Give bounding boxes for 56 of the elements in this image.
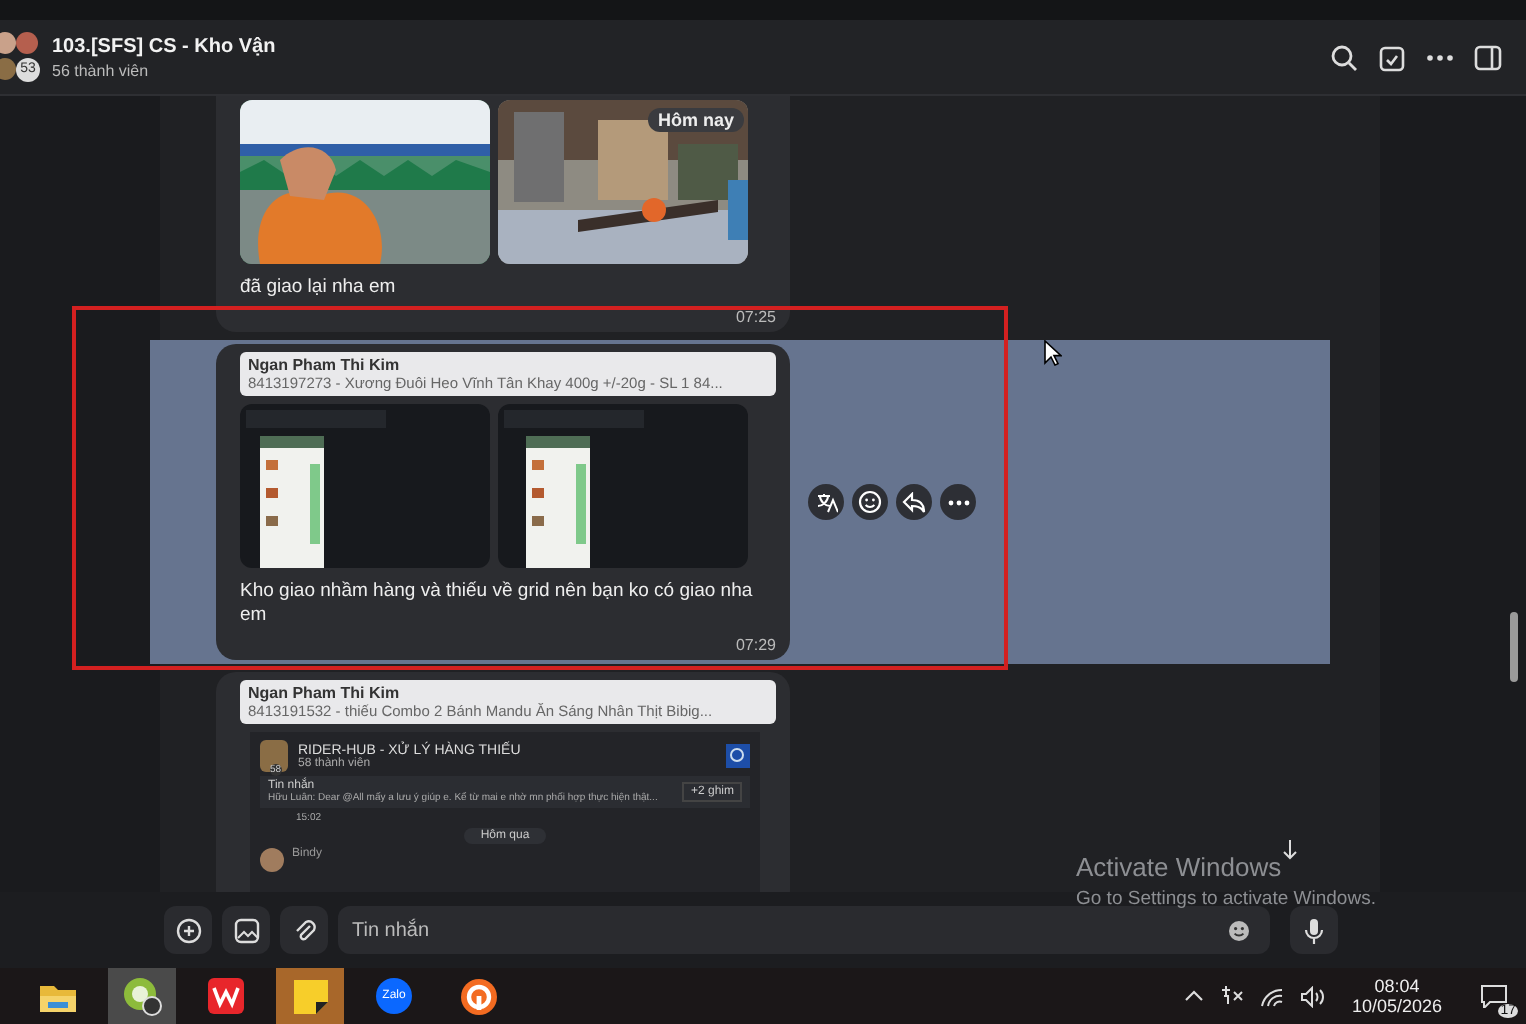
message-input[interactable]: Tin nhắn [338, 906, 1270, 954]
date-badge: Hôm nay [647, 108, 744, 132]
chevron-up-icon[interactable] [1183, 990, 1204, 1002]
app-logo-icon [208, 978, 244, 1014]
message-text: đã giao lại nha em [240, 276, 398, 300]
avatar [0, 57, 16, 79]
cursor-icon [1044, 340, 1062, 366]
avatar [16, 31, 38, 53]
reply-button[interactable] [896, 484, 932, 520]
more-icon [947, 499, 969, 505]
avatar [260, 848, 284, 872]
attach-button[interactable] [280, 906, 328, 954]
scrollbar[interactable] [1510, 612, 1518, 682]
member-count[interactable]: 56 thành viên [52, 61, 149, 79]
paperclip-icon [291, 917, 317, 943]
message-time: 07:25 [735, 308, 776, 326]
message-bubble[interactable] [216, 672, 790, 892]
network-disconnected-icon[interactable] [1219, 984, 1244, 1008]
translate-button[interactable] [808, 484, 844, 520]
quote-author: Ngan Pham Thi Kim [248, 684, 400, 702]
clock-date: 10/05/2026 [1351, 996, 1442, 1016]
chat-bubble-icon [1480, 984, 1508, 1008]
app-logo-icon [122, 976, 162, 1016]
speaker-icon[interactable] [1299, 985, 1324, 1007]
clock[interactable]: 08:04 10/05/2026 [1351, 976, 1442, 1016]
quote-author: Ngan Pham Thi Kim [248, 356, 400, 374]
react-button[interactable] [852, 484, 888, 520]
activation-text: Go to Settings to activate Windows. [1076, 888, 1376, 910]
folder-icon [40, 981, 76, 1011]
taskbar-app-button[interactable] [108, 968, 176, 1024]
activation-title: Activate Windows [1076, 852, 1284, 882]
more-button[interactable] [940, 484, 976, 520]
image-button[interactable] [222, 906, 270, 954]
message-bubble[interactable]: Hôm nay đã giao lại nha em 07:25 [216, 96, 790, 332]
calendar-check-icon[interactable] [1378, 43, 1406, 71]
message-time: 07:29 [735, 636, 776, 654]
app-logo-icon [459, 977, 497, 1015]
wifi-icon[interactable] [1259, 985, 1284, 1007]
clock-time: 08:04 [1374, 976, 1420, 996]
sticky-note-icon [293, 979, 327, 1013]
reply-icon [902, 491, 926, 513]
message-text: Kho giao nhầm hàng và thiếu về grid nên bạn ko có giao nha em [240, 580, 755, 628]
scroll-down-icon[interactable] [1282, 840, 1298, 860]
search-icon[interactable] [1330, 43, 1358, 71]
smiley-icon [858, 490, 882, 514]
plus-circle-icon [175, 917, 201, 943]
chat-title: 103.[SFS] CS - Kho Vận [52, 35, 278, 57]
sidebar-icon[interactable] [1474, 43, 1502, 71]
search-icon [726, 744, 750, 768]
microphone-icon [1304, 917, 1324, 943]
add-button[interactable] [164, 906, 212, 954]
translate-icon [815, 491, 837, 513]
image-icon [233, 917, 259, 943]
emoji-icon[interactable] [1228, 919, 1250, 941]
more-icon[interactable] [1426, 53, 1454, 61]
microphone-button[interactable] [1290, 906, 1338, 954]
